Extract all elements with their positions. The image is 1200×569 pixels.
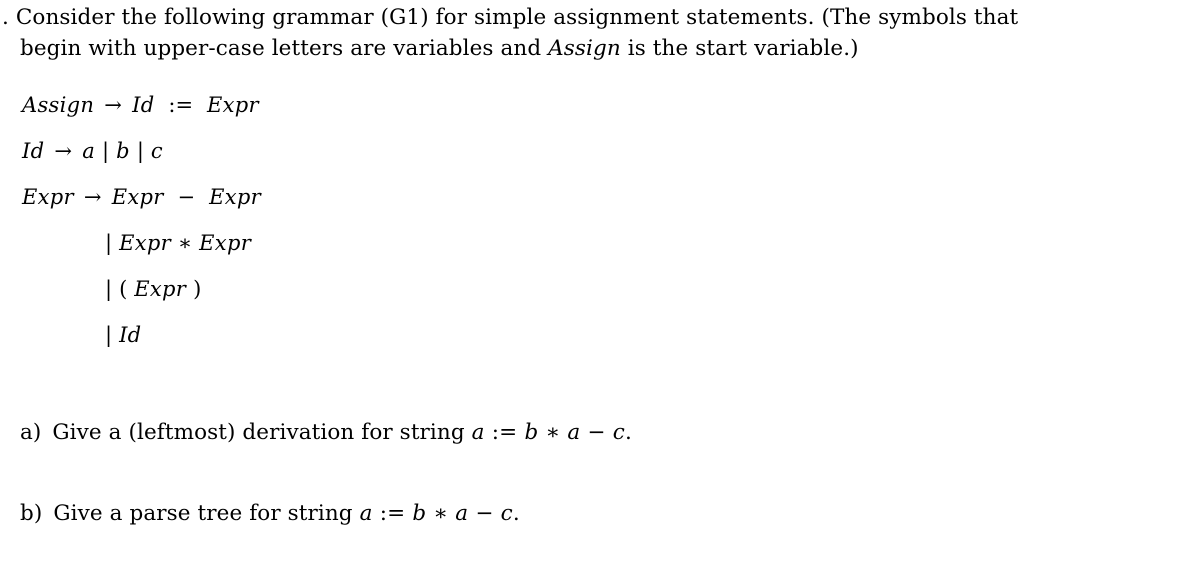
list-marker: . [2, 5, 9, 30]
expr-a-var2: b [524, 420, 539, 445]
production-assign-rhs-id: Id [132, 93, 155, 117]
expr-b-var3: a [455, 501, 469, 526]
question-b-text: Give a parse tree for string [53, 501, 360, 526]
grammar-block: Assign → Id := Expr Id → a | b | c Expr … [22, 82, 261, 358]
arrow-icon: → [54, 139, 73, 163]
question-a-label: a) [20, 420, 42, 445]
production-expr-lhs: Expr [22, 185, 74, 209]
alternation-bar: | [105, 323, 113, 347]
production-id-alt-a: a [82, 139, 96, 163]
production-id-lhs: Id [22, 139, 45, 163]
intro-line-2-text-before: begin with upper-case letters are variab… [20, 36, 549, 61]
alt-id-symbol: Id [119, 323, 142, 347]
alternation-bar: | [105, 277, 113, 301]
times-operator: ∗ [177, 231, 193, 255]
minus-operator: − [177, 185, 196, 209]
close-paren: ) [193, 277, 202, 301]
production-expr-rhs-left: Expr [111, 185, 164, 209]
question-b-expression: a := b ∗ a − c. [360, 501, 520, 526]
production-expr-alt-paren: | ( Expr ) [22, 266, 261, 312]
question-b: b) Give a parse tree for string a := b ∗ … [20, 499, 520, 529]
expr-a-var4: c [612, 420, 625, 445]
expr-a-var3: a [567, 420, 581, 445]
assignment-operator: := [168, 93, 194, 117]
production-id-alt-c: c [150, 139, 163, 163]
expr-b-period: . [512, 501, 520, 526]
expr-b-assign: := [379, 501, 406, 526]
alternation-bar: | [105, 231, 113, 255]
expr-b-times: ∗ [433, 501, 449, 526]
production-expr-rhs-right: Expr [209, 185, 261, 209]
expr-b-var2: b [412, 501, 427, 526]
intro-start-variable: Assign [548, 36, 621, 61]
alternation-bar: | [136, 139, 144, 163]
question-a-text: Give a (leftmost) derivation for string [52, 420, 472, 445]
arrow-icon: → [104, 93, 123, 117]
expr-a-minus: − [587, 420, 606, 445]
expr-a-assign: := [491, 420, 518, 445]
production-assign-lhs: Assign [22, 93, 95, 117]
alt-mul-right: Expr [199, 231, 252, 255]
expr-a-times: ∗ [545, 420, 561, 445]
production-expr-alt-mul: | Expr ∗ Expr [22, 220, 261, 266]
production-id: Id → a | b | c [22, 128, 261, 174]
intro-line-2: begin with upper-case letters are variab… [2, 33, 1194, 64]
production-assign: Assign → Id := Expr [22, 82, 261, 128]
expr-b-minus: − [475, 501, 494, 526]
arrow-icon: → [83, 185, 102, 209]
production-id-alt-b: b [116, 139, 130, 163]
expr-a-period: . [624, 420, 632, 445]
expr-b-var1: a [359, 501, 373, 526]
intro-line-1: . Consider the following grammar (G1) fo… [2, 2, 1194, 33]
question-b-label: b) [20, 501, 43, 526]
production-assign-rhs-expr: Expr [207, 93, 259, 117]
production-expr: Expr → Expr − Expr [22, 174, 261, 220]
intro-line-2-text-after: is the start variable.) [620, 36, 859, 61]
alternation-bar: | [102, 139, 110, 163]
alt-paren-inner: Expr [134, 277, 187, 301]
expr-b-var4: c [500, 501, 513, 526]
exercise-page: . Consider the following grammar (G1) fo… [0, 0, 1200, 569]
open-paren: ( [119, 277, 128, 301]
question-a: a) Give a (leftmost) derivation for strin… [20, 418, 632, 448]
production-expr-alt-id: | Id [22, 312, 261, 358]
intro-paragraph: . Consider the following grammar (G1) fo… [2, 2, 1194, 64]
expr-a-var1: a [471, 420, 485, 445]
question-a-expression: a := b ∗ a − c. [472, 420, 632, 445]
alt-mul-left: Expr [119, 231, 171, 255]
intro-line-1-text: Consider the following grammar (G1) for … [15, 5, 1019, 30]
